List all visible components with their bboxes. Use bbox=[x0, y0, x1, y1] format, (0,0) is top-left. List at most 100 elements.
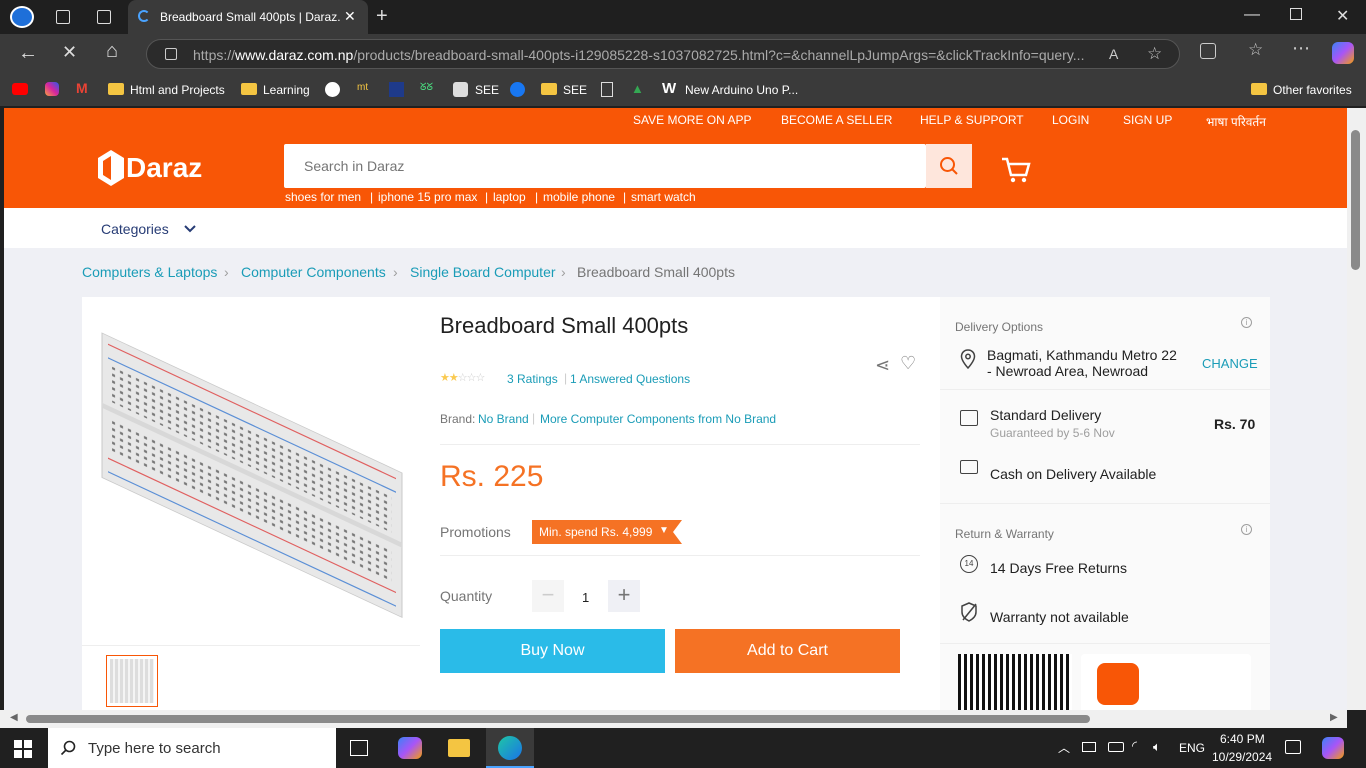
buy-now-button[interactable]: Buy Now bbox=[440, 629, 665, 673]
edge-taskbar-button[interactable] bbox=[486, 728, 534, 768]
wifi-icon[interactable]: ◜ bbox=[1132, 738, 1137, 754]
daraz-logo[interactable]: Daraz bbox=[98, 150, 202, 191]
signup-link[interactable]: SIGN UP bbox=[1123, 113, 1172, 127]
copilot-tray-icon[interactable] bbox=[1322, 737, 1344, 759]
show-hidden-icons[interactable]: ︿ bbox=[1058, 739, 1070, 756]
info-icon[interactable]: i bbox=[1241, 524, 1252, 535]
meet-now-icon[interactable] bbox=[1082, 742, 1096, 752]
share-icon[interactable]: ⋖ bbox=[875, 355, 890, 376]
categories-menu[interactable]: Categories bbox=[101, 221, 169, 237]
info-icon[interactable]: i bbox=[1241, 317, 1252, 328]
page-content: SAVE MORE ON APP BECOME A SELLER HELP & … bbox=[4, 108, 1347, 710]
save-more-on-app-link[interactable]: SAVE MORE ON APP bbox=[633, 113, 751, 127]
close-tab-icon[interactable]: ✕ bbox=[344, 8, 356, 25]
breadcrumb-link[interactable]: Single Board Computer bbox=[410, 264, 556, 280]
document-icon[interactable] bbox=[601, 82, 613, 97]
quantity-decrease-button[interactable]: − bbox=[532, 580, 564, 612]
breadcrumb-link[interactable]: Computer Components bbox=[241, 264, 386, 280]
thumbnail[interactable] bbox=[106, 655, 158, 707]
suggestion-link[interactable]: iphone 15 pro max bbox=[378, 190, 477, 204]
task-view-icon[interactable] bbox=[350, 740, 368, 756]
file-explorer-icon[interactable] bbox=[448, 739, 470, 757]
browser-profile-icon[interactable] bbox=[10, 6, 34, 28]
battery-icon[interactable] bbox=[1108, 742, 1124, 752]
site-icon[interactable] bbox=[389, 82, 404, 97]
new-tab-icon[interactable]: + bbox=[376, 5, 388, 28]
favorite-star-icon[interactable]: ☆ bbox=[1147, 44, 1162, 64]
url-text[interactable]: https://www.daraz.com.np/products/breadb… bbox=[193, 47, 1084, 63]
extensions-icon[interactable] bbox=[1200, 43, 1216, 59]
scroll-right-icon[interactable]: ▶ bbox=[1330, 712, 1338, 723]
workspaces-icon[interactable] bbox=[56, 10, 70, 24]
copilot-icon[interactable] bbox=[1332, 42, 1354, 64]
login-link[interactable]: LOGIN bbox=[1052, 113, 1089, 127]
promo-badge[interactable]: Min. spend Rs. 4,999 ▼ bbox=[532, 520, 682, 544]
vertical-scrollbar[interactable] bbox=[1347, 108, 1366, 710]
windows-start-icon[interactable] bbox=[14, 740, 32, 758]
google-drive-icon[interactable]: ▲ bbox=[631, 81, 644, 96]
home-icon[interactable]: ⌂ bbox=[106, 40, 118, 63]
read-aloud-icon[interactable]: A bbox=[1109, 46, 1118, 62]
see-site-icon[interactable] bbox=[453, 82, 468, 97]
cart-icon[interactable] bbox=[1001, 156, 1031, 184]
suggestion-link[interactable]: smart watch bbox=[631, 190, 696, 204]
ratings-link[interactable]: 3 Ratings bbox=[507, 372, 558, 386]
gmail-icon[interactable]: M bbox=[76, 80, 88, 96]
language-switch-link[interactable]: भाषा परिवर्तन bbox=[1206, 113, 1266, 130]
folder-icon bbox=[241, 83, 257, 95]
bookmark-html-projects[interactable]: Html and Projects bbox=[130, 83, 225, 97]
horizontal-scroll-thumb[interactable] bbox=[26, 715, 1090, 723]
copilot-taskbar-icon[interactable] bbox=[398, 737, 422, 759]
product-image[interactable] bbox=[82, 297, 420, 645]
gg-icon[interactable]: ᘜᘜ bbox=[420, 82, 433, 93]
bookmark-see-1[interactable]: SEE bbox=[475, 83, 499, 97]
clock-date[interactable]: 10/29/2024 bbox=[1212, 750, 1272, 764]
horizontal-scrollbar[interactable]: ◀ ▶ bbox=[0, 710, 1347, 728]
facebook-icon[interactable] bbox=[510, 82, 525, 97]
suggestion-link[interactable]: laptop bbox=[493, 190, 526, 204]
notifications-icon[interactable] bbox=[1285, 740, 1301, 754]
stop-icon[interactable]: ✕ bbox=[62, 42, 77, 63]
restore-icon[interactable] bbox=[1290, 8, 1302, 20]
github-icon[interactable] bbox=[325, 82, 340, 97]
change-address-link[interactable]: CHANGE bbox=[1202, 356, 1258, 371]
add-to-cart-button[interactable]: Add to Cart bbox=[675, 629, 900, 673]
wishlist-heart-icon[interactable]: ♡ bbox=[900, 353, 916, 374]
breadcrumb-link[interactable]: Computers & Laptops bbox=[82, 264, 217, 280]
brand-link[interactable]: No Brand bbox=[478, 412, 529, 426]
back-icon[interactable]: ← bbox=[18, 42, 38, 65]
bookmark-other-favorites[interactable]: Other favorites bbox=[1273, 83, 1352, 97]
bookmark-see-2[interactable]: SEE bbox=[563, 83, 587, 97]
quantity-increase-button[interactable]: + bbox=[608, 580, 640, 612]
search-input[interactable] bbox=[284, 144, 884, 188]
close-window-icon[interactable]: ✕ bbox=[1336, 6, 1349, 26]
bookmark-arduino[interactable]: New Arduino Uno P... bbox=[685, 83, 798, 97]
active-tab[interactable]: Breadboard Small 400pts | Daraz.com.np ✕ bbox=[128, 0, 368, 34]
language-indicator[interactable]: ENG bbox=[1179, 741, 1205, 755]
tab-actions-icon[interactable] bbox=[97, 10, 111, 24]
vertical-scroll-thumb[interactable] bbox=[1351, 130, 1360, 270]
app-promo-card[interactable] bbox=[1081, 654, 1251, 710]
address-bar[interactable]: https://www.daraz.com.np/products/breadb… bbox=[146, 39, 1180, 69]
suggestion-link[interactable]: mobile phone bbox=[543, 190, 615, 204]
suggestion-link[interactable]: shoes for men bbox=[285, 190, 361, 204]
quantity-value[interactable]: 1 bbox=[582, 590, 589, 605]
lock-icon[interactable] bbox=[165, 48, 177, 60]
chevron-down-icon[interactable] bbox=[184, 225, 196, 233]
become-seller-link[interactable]: BECOME A SELLER bbox=[781, 113, 892, 127]
search-button[interactable] bbox=[926, 144, 972, 188]
youtube-icon[interactable] bbox=[12, 83, 28, 95]
bookmark-learning[interactable]: Learning bbox=[263, 83, 310, 97]
volume-muted-icon[interactable]: 🔈︎ bbox=[1153, 739, 1161, 755]
favorites-icon[interactable]: ☆ bbox=[1248, 40, 1263, 60]
more-from-brand-link[interactable]: More Computer Components from No Brand bbox=[540, 412, 776, 426]
clock-time[interactable]: 6:40 PM bbox=[1220, 732, 1265, 746]
minimize-icon[interactable]: — bbox=[1244, 6, 1260, 24]
taskbar-search-box[interactable]: Type here to search bbox=[48, 728, 336, 768]
scroll-left-icon[interactable]: ◀ bbox=[10, 712, 18, 723]
more-icon[interactable]: ⋯ bbox=[1292, 38, 1310, 59]
instagram-icon[interactable] bbox=[45, 82, 59, 96]
mt-icon[interactable]: mt bbox=[357, 82, 368, 93]
help-support-link[interactable]: HELP & SUPPORT bbox=[920, 113, 1024, 127]
answered-questions-link[interactable]: 1 Answered Questions bbox=[570, 372, 690, 386]
